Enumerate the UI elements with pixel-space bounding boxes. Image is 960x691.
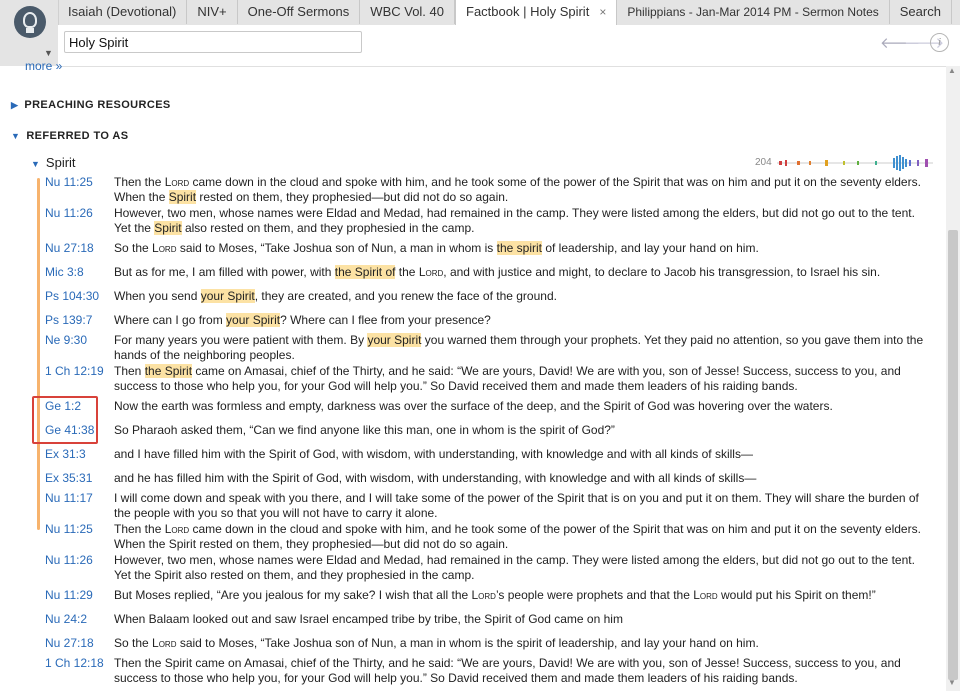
verse-text-segment: Lord: [164, 175, 190, 189]
vertical-scrollbar[interactable]: ▲ ▼: [946, 66, 960, 691]
verse-text-segment: , they are created, and you renew the fa…: [254, 289, 557, 303]
new-tab-plus-icon[interactable]: +: [952, 0, 960, 24]
verse-reference-link[interactable]: Nu 11:17: [45, 491, 93, 505]
verse-text: I will come down and speak with you ther…: [114, 491, 934, 521]
highlighted-term: your Spirit: [367, 333, 422, 347]
verse-text: So Pharaoh asked them, “Can we find anyo…: [114, 423, 934, 438]
verse-text-segment: I will come down and speak with you ther…: [114, 491, 919, 520]
highlighted-term: the Spirit: [144, 364, 193, 378]
verse-reference-link[interactable]: Ex 31:3: [45, 447, 86, 461]
highlight-annotation-box: [32, 396, 98, 444]
highlighted-term: your Spirit: [200, 289, 255, 303]
verse-text-segment: Lord: [693, 588, 718, 602]
verse-text-segment: of leadership, and lay your hand on him.: [542, 241, 759, 255]
verse-text: So the Lord said to Moses, “Take Joshua …: [114, 241, 934, 256]
verse-text-segment: came down in the cloud and spoke with hi…: [114, 522, 921, 551]
verse-text-segment: For many years you were patient with the…: [114, 333, 368, 347]
verse-reference-link[interactable]: Nu 11:25: [45, 175, 93, 189]
verse-text-segment: and I have filled him with the Spirit of…: [114, 447, 753, 461]
highlighted-term: the Spirit of: [334, 265, 396, 279]
verse-text-segment: rested on them, they prophesied—but did …: [196, 190, 509, 204]
verse-text: But Moses replied, “Are you jealous for …: [114, 588, 934, 603]
verse-text-segment: However, two men, whose names were Eldad…: [114, 553, 915, 582]
verse-text-segment: ’s people were prophets and that the: [495, 588, 694, 602]
verse-text-segment: Lord: [152, 241, 177, 255]
verse-text: So the Lord said to Moses, “Take Joshua …: [114, 636, 934, 651]
verse-text-segment: the: [395, 265, 419, 279]
verse-text-segment: came on Amasai, chief of the Thirty, and…: [114, 364, 901, 393]
verse-reference-link[interactable]: Nu 11:25: [45, 522, 93, 536]
verse-text-segment: Where can I go from: [114, 313, 227, 327]
verse-reference-link[interactable]: 1 Ch 12:18: [45, 656, 104, 670]
verse-reference-link[interactable]: 1 Ch 12:19: [45, 364, 104, 378]
verse-text-segment: When you send: [114, 289, 201, 303]
scroll-up-icon[interactable]: ▲: [948, 66, 956, 75]
verse-text-segment: When Balaam looked out and saw Israel en…: [114, 612, 623, 626]
verse-reference-link[interactable]: Mic 3:8: [45, 265, 84, 279]
verse-text-segment: Then: [114, 364, 145, 378]
verse-reference-link[interactable]: Ex 35:31: [45, 471, 92, 485]
highlighted-term: your Spirit: [226, 313, 281, 327]
verse-text-segment: Lord: [471, 588, 496, 602]
verse-text: Then the Lord came down in the cloud and…: [114, 522, 934, 552]
scroll-thumb[interactable]: [948, 230, 958, 680]
verse-text: and I have filled him with the Spirit of…: [114, 447, 934, 462]
verse-text: Then the Spirit came on Amasai, chief of…: [114, 364, 934, 394]
references-list: Nu 11:25 Then the Lord came down in the c…: [0, 0, 946, 691]
verse-reference-link[interactable]: Ps 139:7: [45, 313, 92, 327]
verse-text: However, two men, whose names were Eldad…: [114, 553, 934, 583]
verse-text: Then the Lord came down in the cloud and…: [114, 175, 934, 205]
verse-text-segment: Then the: [114, 522, 165, 536]
verse-reference-link[interactable]: Nu 11:26: [45, 206, 93, 220]
verse-text: and he has filled him with the Spirit of…: [114, 471, 934, 486]
verse-text-segment: , and with justice and might, to declare…: [443, 265, 881, 279]
verse-text: Where can I go from your Spirit? Where c…: [114, 313, 934, 328]
highlighted-term: the spirit: [496, 241, 542, 255]
verse-text-segment: said to Moses, “Take Joshua son of Nun, …: [176, 241, 497, 255]
verse-text: Then the Spirit came on Amasai, chief of…: [114, 656, 934, 686]
verse-text-segment: also rested on them, and they prophesied…: [181, 221, 475, 235]
verse-text: However, two men, whose names were Eldad…: [114, 206, 934, 236]
verse-reference-link[interactable]: Nu 11:29: [45, 588, 93, 602]
verse-text-segment: said to Moses, “Take Joshua son of Nun, …: [176, 636, 759, 650]
verse-reference-link[interactable]: Ps 104:30: [45, 289, 99, 303]
verse-reference-link[interactable]: Nu 27:18: [45, 636, 94, 650]
verse-text-segment: But Moses replied, “Are you jealous for …: [114, 588, 472, 602]
verse-text-segment: Now the earth was formless and empty, da…: [114, 399, 833, 413]
verse-text: When you send your Spirit, they are crea…: [114, 289, 934, 304]
verse-text-segment: Lord: [152, 636, 177, 650]
verse-text-segment: So the: [114, 636, 153, 650]
verse-text-segment: But as for me, I am filled with power, w…: [114, 265, 335, 279]
verse-reference-link[interactable]: Nu 24:2: [45, 612, 87, 626]
verse-text: When Balaam looked out and saw Israel en…: [114, 612, 934, 627]
scroll-down-icon[interactable]: ▼: [948, 678, 956, 687]
verse-text-segment: Lord: [418, 265, 444, 279]
verse-text-segment: Lord: [164, 522, 190, 536]
verse-text-segment: So the: [114, 241, 153, 255]
verse-reference-link[interactable]: Ne 9:30: [45, 333, 87, 347]
verse-text: Now the earth was formless and empty, da…: [114, 399, 934, 414]
verse-text-segment: ? Where can I flee from your presence?: [280, 313, 491, 327]
verse-text-segment: would put his Spirit on them!”: [717, 588, 876, 602]
highlighted-term: Spirit: [154, 221, 182, 235]
verse-text: For many years you were patient with the…: [114, 333, 934, 363]
verse-text-segment: So Pharaoh asked them, “Can we find anyo…: [114, 423, 615, 437]
verse-text: But as for me, I am filled with power, w…: [114, 265, 934, 280]
verse-text-segment: and he has filled him with the Spirit of…: [114, 471, 757, 485]
verse-reference-link[interactable]: Nu 27:18: [45, 241, 94, 255]
verse-text-segment: Then the Spirit came on Amasai, chief of…: [114, 656, 901, 685]
highlighted-term: Spirit: [168, 190, 197, 204]
verse-text-segment: Then the: [114, 175, 165, 189]
verse-reference-link[interactable]: Nu 11:26: [45, 553, 93, 567]
